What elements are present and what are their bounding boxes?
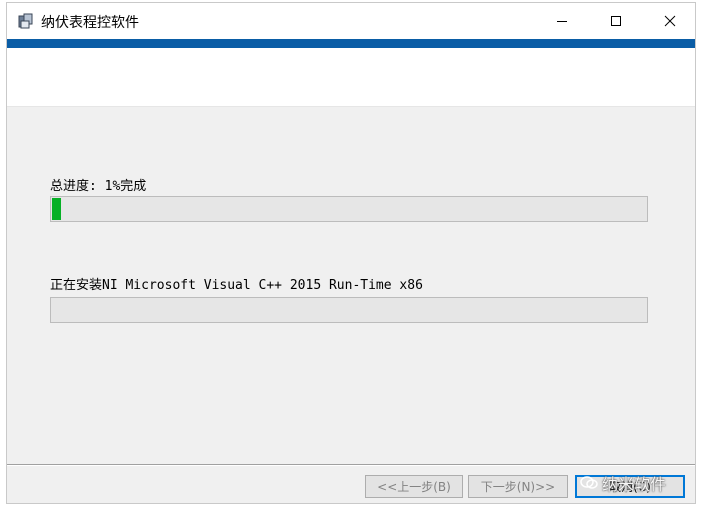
header-banner xyxy=(7,48,695,106)
current-task-label: 正在安装NI Microsoft Visual C++ 2015 Run-Tim… xyxy=(50,278,423,293)
maximize-button[interactable] xyxy=(589,3,643,39)
header-divider xyxy=(7,106,695,107)
current-task-progress-bar xyxy=(50,297,648,323)
accent-strip xyxy=(7,39,695,48)
close-button[interactable] xyxy=(643,3,697,39)
cancel-button[interactable]: 取消(C) xyxy=(575,475,685,498)
next-button[interactable]: 下一步(N)>> xyxy=(468,475,568,498)
total-progress-fill xyxy=(52,198,61,220)
back-button[interactable]: <<上一步(B) xyxy=(365,475,463,498)
app-icon xyxy=(18,13,33,29)
installer-window: 纳伏表程控软件 总进度: 1%完成 正在安装NI Microsoft Visua… xyxy=(6,2,696,504)
footer-divider-highlight xyxy=(7,465,695,466)
window-title: 纳伏表程控软件 xyxy=(41,15,139,31)
total-progress-label: 总进度: 1%完成 xyxy=(50,179,147,194)
maximize-icon xyxy=(611,16,621,26)
minimize-icon xyxy=(557,21,567,22)
minimize-button[interactable] xyxy=(535,3,589,39)
close-icon xyxy=(664,15,676,27)
total-progress-bar xyxy=(50,196,648,222)
title-bar: 纳伏表程控软件 xyxy=(7,3,695,39)
